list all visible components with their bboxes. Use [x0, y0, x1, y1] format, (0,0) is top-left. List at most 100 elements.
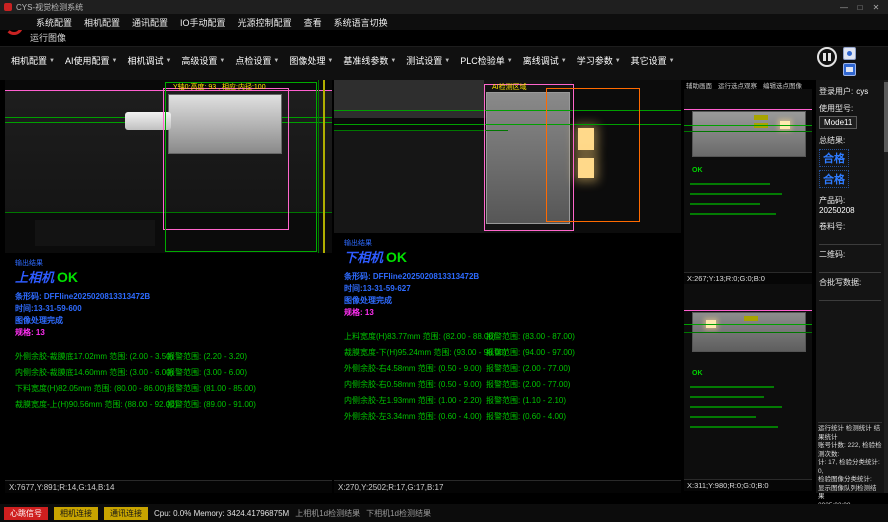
total-result-value: 合格: [819, 170, 849, 188]
time-line: 时间:13-31-59-627: [344, 283, 411, 294]
pixel-coords-left: X:7677,Y:891;R:14,G:14,B:14: [5, 480, 332, 493]
tab-ai-config[interactable]: AI使用配置▼: [60, 52, 122, 69]
lower-camera-image[interactable]: AI检测区域: [334, 80, 681, 233]
upper-camera-image[interactable]: Y轴0:高度: 93 , 相应:内径:100: [5, 80, 332, 253]
measurement-row: 内侧余胶-裁膜底14.60mm 范围: (3.00 - 6.00)报警范围: (…: [15, 367, 332, 378]
process-line: 图像处理完成: [15, 315, 63, 326]
camera-icon: [847, 51, 852, 56]
scrollbar-thumb[interactable]: [884, 82, 888, 152]
model-label: 使用型号:: [819, 103, 853, 114]
process-line: 图像处理完成: [344, 295, 392, 306]
maximize-button[interactable]: □: [852, 3, 868, 12]
ai-region-label: AI检测区域: [492, 82, 527, 92]
monitor-icon: [846, 67, 853, 72]
chevron-down-icon: ▼: [165, 58, 171, 64]
menu-item-system-config[interactable]: 系统配置: [30, 16, 78, 29]
roll-number-field[interactable]: [819, 234, 881, 245]
menu-item-light-control-config[interactable]: 光源控制配置: [232, 16, 298, 29]
pixel-coords-right: X:270,Y:2502;R:17,G:17,B:17: [334, 480, 681, 493]
menu-item-camera-config[interactable]: 相机配置: [78, 16, 126, 29]
lower-camera-result-status: 下相机1d检测结果: [366, 508, 431, 519]
total-result-label: 总结果:: [819, 135, 845, 146]
chevron-down-icon: ▼: [669, 58, 675, 64]
login-user-value: cys: [856, 87, 868, 96]
preview-header-item[interactable]: 运行选点观察: [718, 80, 757, 89]
menu-item-view[interactable]: 查看: [298, 16, 328, 29]
tab-advanced-settings[interactable]: 高级设置▼: [176, 52, 230, 69]
measurement-row: 裁膜宽度-下(H)95.24mm 范围: (93.00 - 98.00)报警范围…: [344, 347, 681, 358]
measurement-row: 裁膜宽度-上(H)90.56mm 范围: (88.00 - 92.00)报警范围…: [15, 399, 332, 410]
preview-column: 辅助画面 运行选点观察 编辑选点图像 OK X:267;Y:13;R:0;G:0…: [684, 80, 812, 492]
window-title: CYS-视觉检测系统: [16, 2, 83, 13]
edge-line: [323, 80, 325, 253]
ok-status: OK: [57, 269, 78, 285]
roi-rect-green: [165, 82, 317, 252]
preview-header-item[interactable]: 辅助画面: [686, 80, 712, 89]
app-window: CYS-视觉检测系统 — □ ✕ 系统配置 相机配置 通讯配置 IO手动配置 光…: [0, 0, 888, 522]
measurement-row: 外侧余胶-左3.34mm 范围: (0.60 - 4.00)报警范围: (0.6…: [344, 411, 681, 422]
minimize-button[interactable]: —: [836, 3, 852, 12]
tab-offline-debug[interactable]: 离线调试▼: [518, 52, 572, 69]
tab-plc-checklist[interactable]: PLC检验单▼: [455, 52, 517, 69]
qr-code-label: 二维码:: [819, 249, 845, 260]
batch-write-label: 合批写数据:: [819, 277, 861, 288]
product-code-value: 20250208: [819, 206, 881, 215]
measurement-row: 内侧余胶-左1.93mm 范围: (1.00 - 2.20)报警范围: (1.1…: [344, 395, 681, 406]
comm-connection-badge: 通讯连接: [104, 507, 148, 520]
product-code-label: 产品码:: [819, 195, 845, 206]
model-value-box[interactable]: Mode11: [819, 116, 857, 129]
preview-bottom-image[interactable]: OK: [684, 284, 812, 479]
barcode-line: 条形码: DFFline2025020813313472B: [15, 291, 150, 302]
tab-camera-debug[interactable]: 相机调试▼: [122, 52, 176, 69]
chevron-down-icon: ▼: [444, 58, 450, 64]
close-button[interactable]: ✕: [868, 3, 884, 12]
tab-image-processing[interactable]: 图像处理▼: [284, 52, 338, 69]
chevron-down-icon: ▼: [49, 58, 55, 64]
chevron-down-icon: ▼: [507, 58, 513, 64]
measurement-row: 外侧余胶-右4.58mm 范围: (0.50 - 9.00)报警范围: (2.0…: [344, 363, 681, 374]
stats-line: 显示图像队列检测结果: [818, 485, 882, 502]
stats-line: 运行统计 检测统计 结果统计: [818, 425, 882, 442]
measurement-row: 下料宽度(H)82.05mm 范围: (80.00 - 86.00)报警范围: …: [15, 383, 332, 394]
camera-result-title: 上相机OK: [15, 267, 78, 286]
preview-top-image[interactable]: OK: [684, 89, 812, 272]
measurement-row: 内侧余胶-右0.58mm 范围: (0.50 - 9.00)报警范围: (2.0…: [344, 379, 681, 390]
batch-write-field[interactable]: [819, 290, 881, 301]
tab-learning-params[interactable]: 学习参数▼: [572, 52, 626, 69]
tab-camera-config[interactable]: 相机配置▼: [6, 52, 60, 69]
pause-button[interactable]: [817, 47, 837, 67]
qr-code-field[interactable]: [819, 262, 881, 273]
roi-rect-orange: [546, 88, 640, 222]
info-panel: 登录用户: cys 使用型号: Mode11 总结果: 合格 合格 产品码: 2…: [816, 80, 884, 493]
total-result-value: 合格: [819, 149, 849, 167]
camera-view-button[interactable]: [843, 47, 856, 60]
spec-line: 规格: 13: [344, 307, 374, 318]
preview-ok-label: OK: [692, 370, 703, 377]
cpu-memory-status: Cpu: 0.0% Memory: 3424.41796875M: [154, 509, 289, 518]
scrollbar[interactable]: [884, 80, 888, 493]
upper-camera-result-status: 上相机1d检测结果: [295, 508, 360, 519]
tab-other-settings[interactable]: 其它设置▼: [626, 52, 680, 69]
status-bar: 心跳信号 相机连接 通讯连接 Cpu: 0.0% Memory: 3424.41…: [0, 504, 888, 522]
lower-camera-panel: AI检测区域 输出结果 下相机OK 条形码: DFFline2025020813…: [334, 80, 681, 493]
menu-item-io-manual-config[interactable]: IO手动配置: [174, 16, 232, 29]
chevron-down-icon: ▼: [327, 58, 333, 64]
menu-item-language-switch[interactable]: 系统语言切换: [328, 16, 394, 29]
monitor-view-button[interactable]: [843, 63, 856, 76]
chevron-down-icon: ▼: [111, 58, 117, 64]
upper-camera-panel: Y轴0:高度: 93 , 相应:内径:100 输出结果 上相机OK 条形码: D…: [5, 80, 332, 493]
menu-item-comm-config[interactable]: 通讯配置: [126, 16, 174, 29]
chevron-down-icon: ▼: [273, 58, 279, 64]
tab-spot-check[interactable]: 点检设置▼: [230, 52, 284, 69]
tab-baseline-params[interactable]: 基准线参数▼: [338, 52, 401, 69]
measurement-row: 外侧余胶-裁膜底17.02mm 范围: (2.00 - 3.50)报警范围: (…: [15, 351, 332, 362]
app-icon: [4, 3, 12, 11]
pause-icon: [823, 53, 826, 61]
camera-connection-badge: 相机连接: [54, 507, 98, 520]
measure-overlay-text: Y轴0:高度: 93 , 相应:内径:100: [173, 82, 266, 92]
ok-status: OK: [386, 249, 407, 265]
tab-test-settings[interactable]: 测试设置▼: [401, 52, 455, 69]
camera-result-title: 下相机OK: [344, 247, 407, 266]
preview-header-item[interactable]: 编辑选点图像: [763, 80, 802, 89]
run-image-label: 运行图像: [30, 31, 66, 45]
